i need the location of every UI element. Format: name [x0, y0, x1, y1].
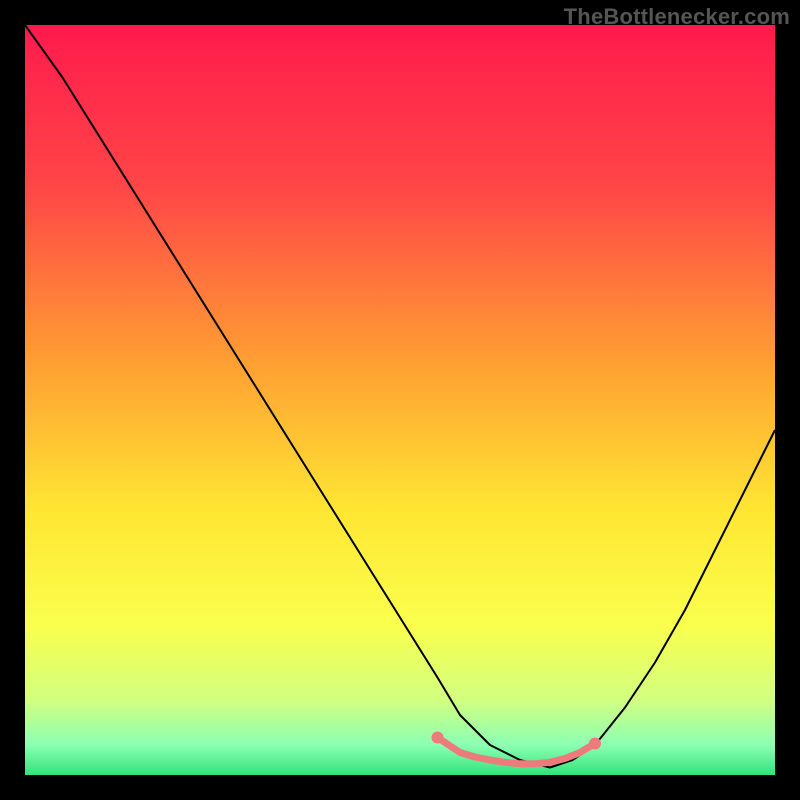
highlight-endpoint [432, 732, 444, 744]
plot-area [25, 25, 775, 775]
highlight-endpoint [589, 738, 601, 750]
watermark-text: TheBottlenecker.com [564, 4, 790, 30]
chart-svg [25, 25, 775, 775]
chart-frame: TheBottlenecker.com [0, 0, 800, 800]
gradient-background [25, 25, 775, 775]
